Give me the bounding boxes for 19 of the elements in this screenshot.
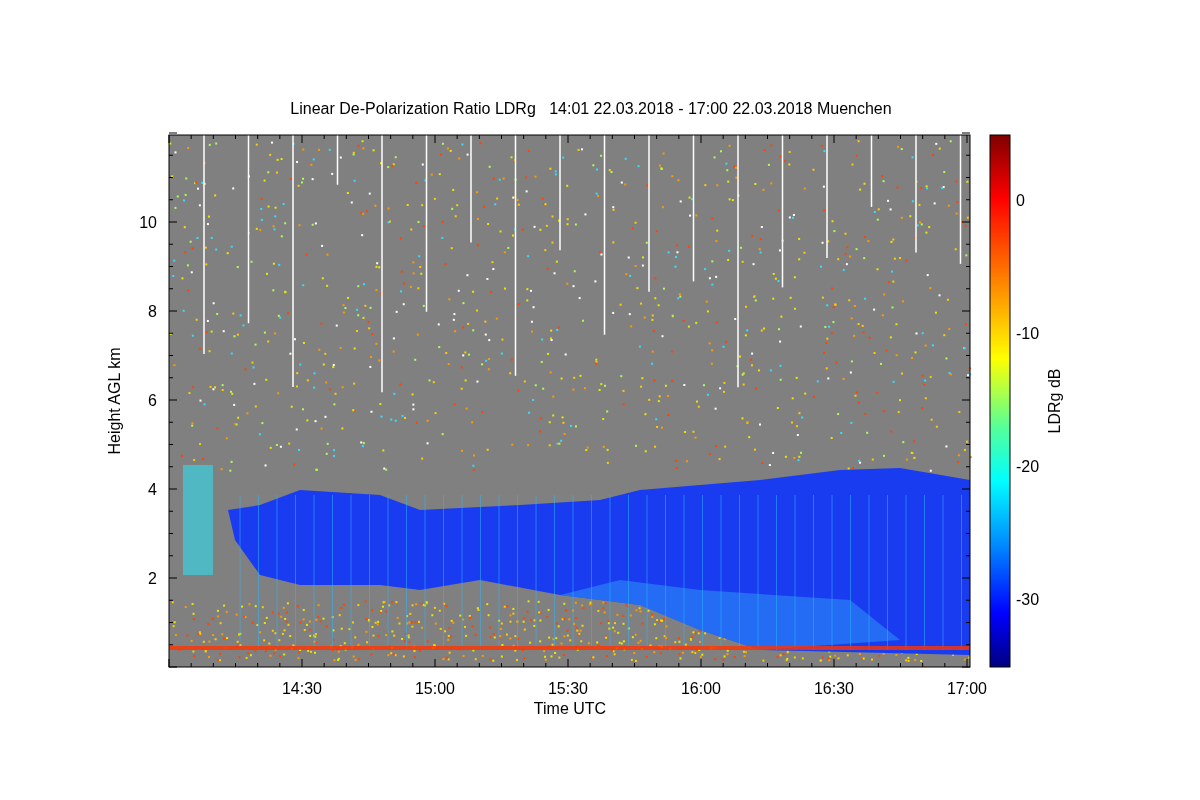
y-axis-label: Height AGL km (106, 347, 123, 455)
y-tick-label: 10 (139, 214, 157, 231)
plot-title: Linear De-Polarization Ratio LDRg 14:01 22.03.2018 - 17:00 22.03.2018 Muenchen (290, 100, 892, 117)
y-tick-label: 8 (148, 303, 157, 320)
y-tick-label: 4 (148, 481, 157, 498)
y-tick-label: 6 (148, 392, 157, 409)
x-tick-label: 16:00 (681, 680, 721, 697)
x-tick-label: 15:00 (415, 680, 455, 697)
colorbar-tick-label: -20 (1016, 458, 1040, 475)
colorbar-label: LDRg dB (1046, 368, 1063, 434)
y-tick-label: 2 (148, 570, 157, 587)
x-axis-label: Time UTC (533, 700, 607, 717)
colorbar-tick-label: -10 (1016, 325, 1040, 342)
colorbar-tick-label: 0 (1016, 192, 1025, 209)
x-tick-label: 15:30 (548, 680, 588, 697)
x-tick-label: 14:30 (282, 680, 322, 697)
x-tick-label: 17:00 (947, 680, 987, 697)
x-tick-label: 16:30 (814, 680, 854, 697)
colorbar-tick-label: -30 (1016, 591, 1040, 608)
